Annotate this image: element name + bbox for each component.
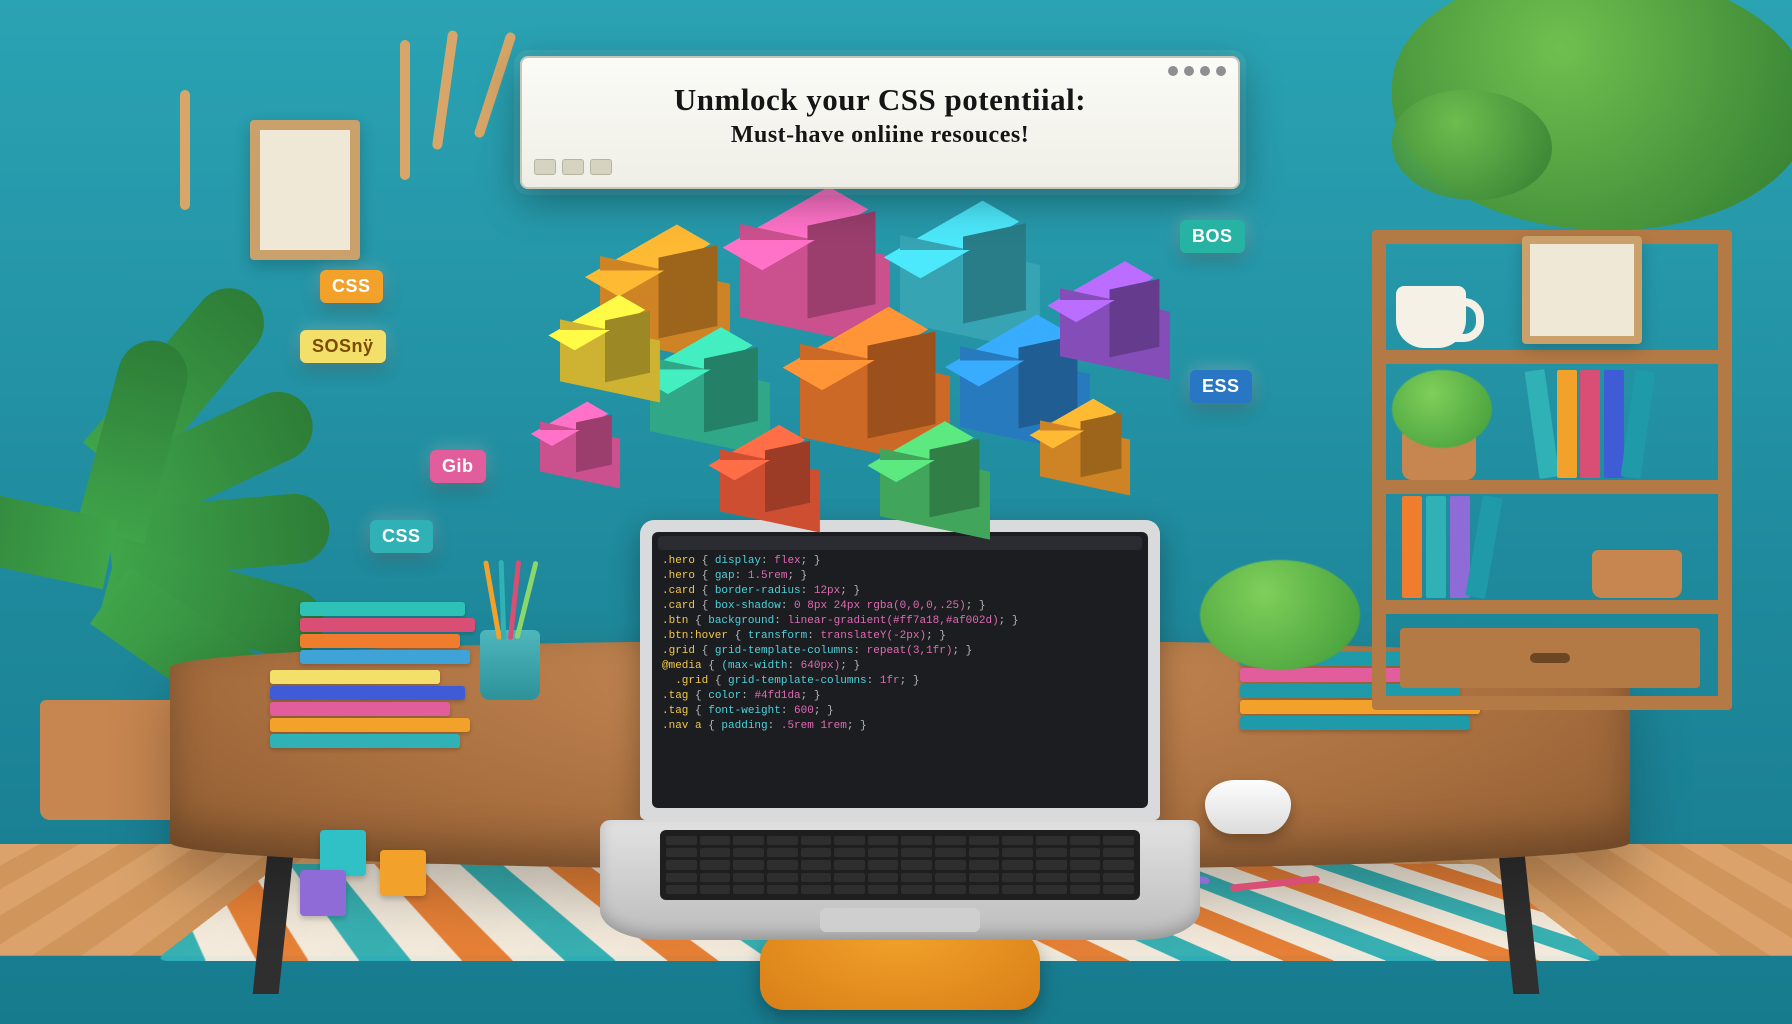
chip-gib: Gib xyxy=(430,450,486,483)
brush-icon xyxy=(473,31,517,139)
headline-window: Unmlock your CSS potentiial: Must-have o… xyxy=(520,56,1240,189)
book-stack xyxy=(300,600,475,664)
window-controls xyxy=(534,66,1226,82)
art-frame xyxy=(1522,236,1642,344)
chip-sosny: SOSnÿ xyxy=(300,330,386,363)
pencil-cup xyxy=(480,630,540,700)
book-stack xyxy=(270,668,470,748)
wall-frame xyxy=(250,120,360,260)
illustration-scene: .hero { display: flex; } .hero { gap: 1.… xyxy=(0,0,1792,1024)
keyboard xyxy=(660,830,1140,900)
window-dot-icon xyxy=(1184,66,1194,76)
bookshelf xyxy=(1372,230,1732,710)
editor-tabbar xyxy=(658,536,1142,550)
laptop-base xyxy=(600,820,1200,940)
mouse-icon xyxy=(1205,780,1291,834)
laptop: .hero { display: flex; } .hero { gap: 1.… xyxy=(620,520,1180,940)
window-dot-icon xyxy=(1200,66,1210,76)
headline-text: Unmlock your CSS potentiial: Must-have o… xyxy=(534,82,1226,149)
laptop-screen: .hero { display: flex; } .hero { gap: 1.… xyxy=(640,520,1160,820)
window-dot-icon xyxy=(1216,66,1226,76)
desk-plant xyxy=(1200,560,1360,670)
spatula-icon xyxy=(400,40,410,180)
mug-icon xyxy=(1396,286,1466,348)
chip-css: CSS xyxy=(370,520,433,553)
wooden-spoon-icon xyxy=(180,90,190,210)
chip-ess: ESS xyxy=(1190,370,1252,403)
chip-css: CSS xyxy=(320,270,383,303)
fork-icon xyxy=(432,30,459,150)
window-toolbar xyxy=(534,159,1226,175)
window-dot-icon xyxy=(1168,66,1178,76)
sticky-note xyxy=(380,850,426,896)
sticky-note xyxy=(300,870,346,916)
trackpad xyxy=(820,908,980,932)
chip-bos: BOS xyxy=(1180,220,1245,253)
code-editor-content: .hero { display: flex; } .hero { gap: 1.… xyxy=(662,554,1138,734)
